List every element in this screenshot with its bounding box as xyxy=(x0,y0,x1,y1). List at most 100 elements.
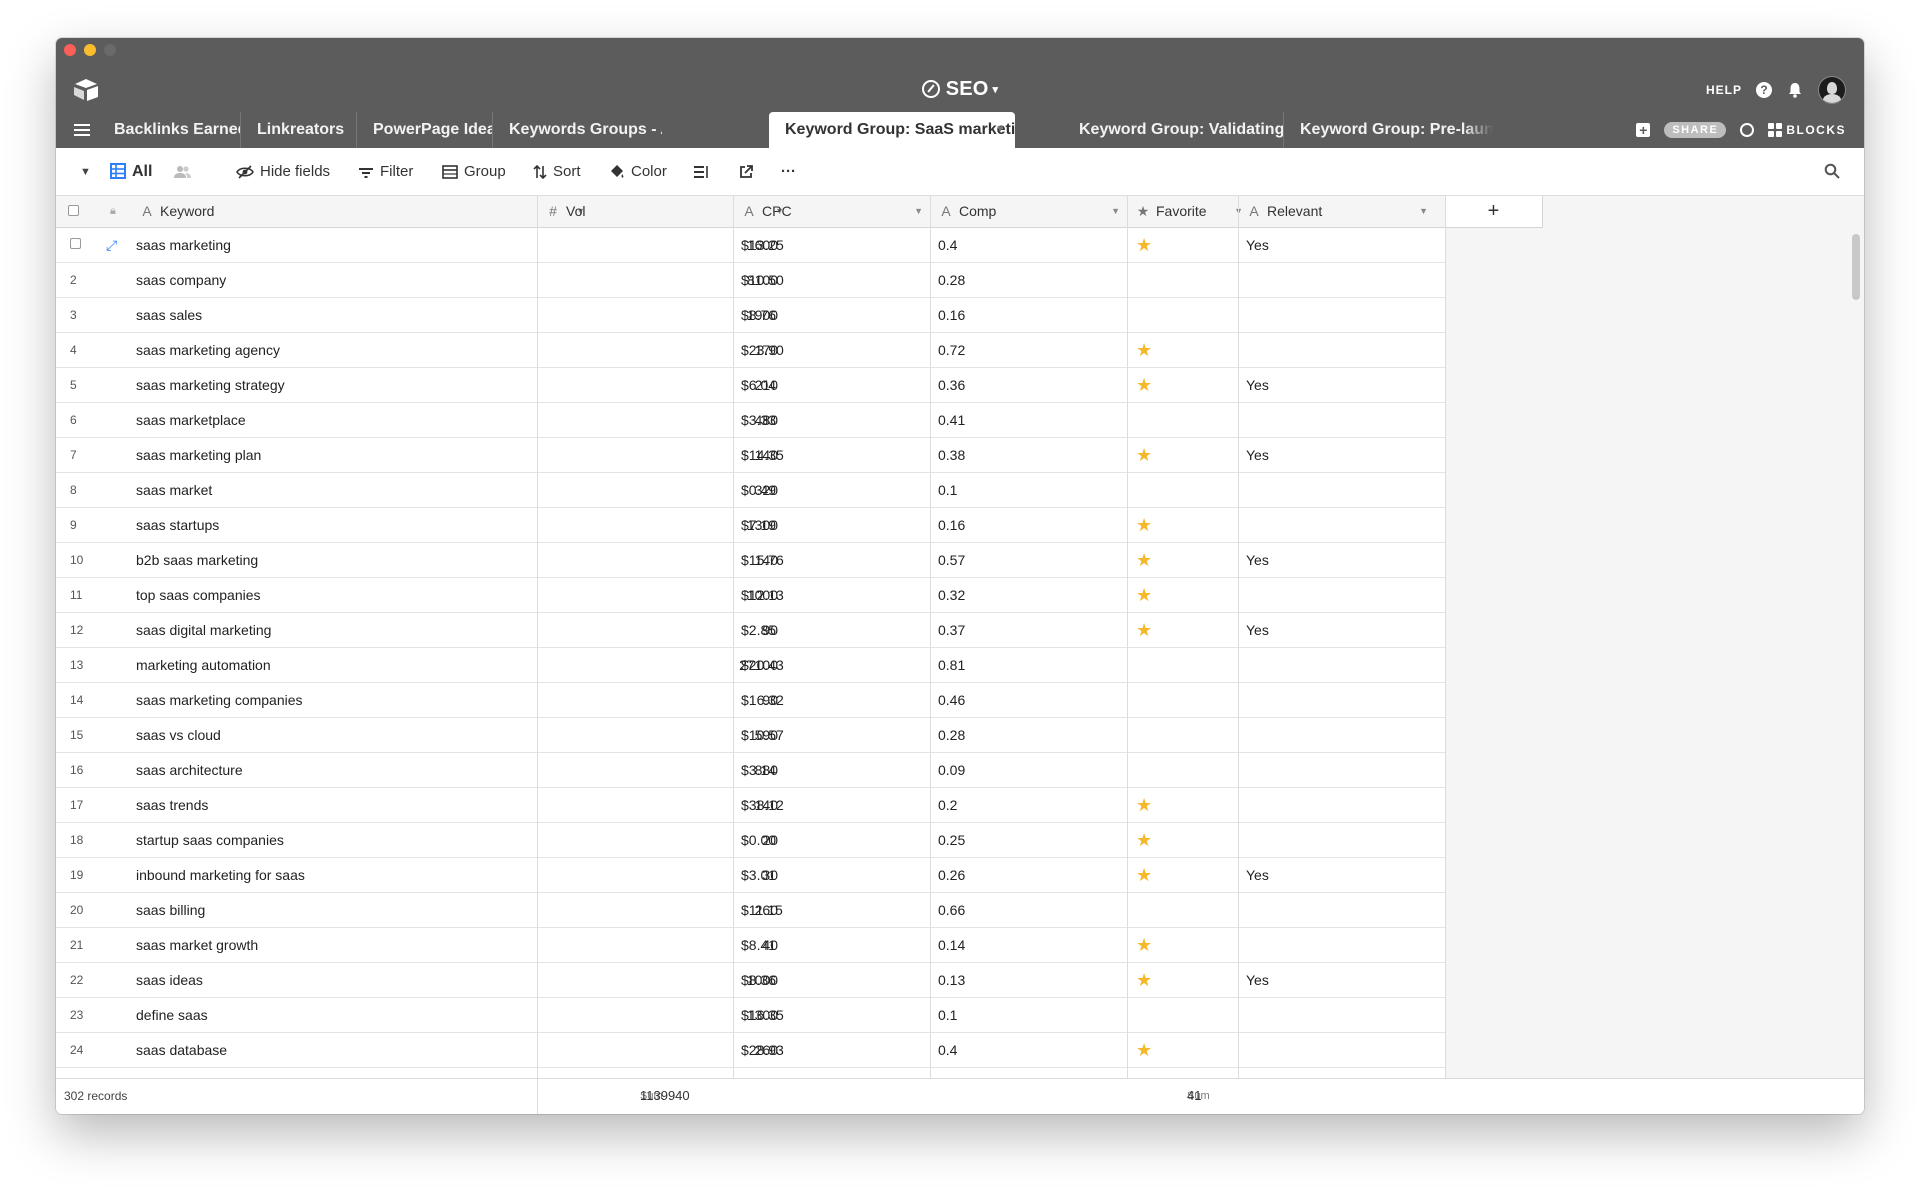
tab-backlinks-earned[interactable]: Backlinks Earned xyxy=(98,112,240,148)
cpc-cell[interactable]: $16.32 xyxy=(741,683,921,717)
table-row[interactable]: 13 marketing automation 27100 $20.43 0.81 xyxy=(56,648,1445,683)
tab-keyword-group-saas-marketing[interactable]: Keyword Group: SaaS marketing ▼ xyxy=(769,112,1015,148)
view-switcher[interactable]: All xyxy=(110,148,152,196)
keyword-cell[interactable]: saas trends xyxy=(136,788,486,822)
favorite-cell[interactable]: ★ xyxy=(1136,543,1176,577)
cpc-cell[interactable]: $11.15 xyxy=(741,893,921,927)
comp-cell[interactable]: 0.57 xyxy=(938,543,1118,577)
favorite-cell[interactable]: ★ xyxy=(1136,928,1176,962)
table-row[interactable]: 23 define saas 1300 $16.35 0.1 xyxy=(56,998,1445,1033)
favorite-cell[interactable] xyxy=(1136,648,1176,682)
keyword-cell[interactable]: b2b saas marketing xyxy=(136,543,486,577)
favorite-cell[interactable] xyxy=(1136,893,1176,927)
cpc-cell[interactable]: $16.35 xyxy=(741,998,921,1032)
table-row[interactable]: 24 saas database 260 $28.93 0.4 ★ xyxy=(56,1033,1445,1068)
table-row[interactable]: 11 top saas companies 1000 $12.13 0.32 ★ xyxy=(56,578,1445,613)
add-table-icon[interactable]: + xyxy=(1636,123,1651,137)
comp-cell[interactable]: 0.14 xyxy=(938,928,1118,962)
column-cpc[interactable]: A CPC ▼ xyxy=(734,196,931,227)
tab-linkreators[interactable]: Linkreators xyxy=(240,112,356,148)
comp-cell[interactable]: 0.25 xyxy=(938,823,1118,857)
comp-cell[interactable]: 0.13 xyxy=(938,963,1118,997)
add-field-button[interactable]: + xyxy=(1445,196,1543,228)
comp-cell[interactable]: 0.4 xyxy=(938,1033,1118,1067)
column-relevant[interactable]: A Relevant ▼ xyxy=(1239,196,1436,227)
keyword-cell[interactable]: startup saas companies xyxy=(136,823,486,857)
comp-cell[interactable]: 0.46 xyxy=(938,683,1118,717)
group-button[interactable]: Group xyxy=(442,148,506,196)
cpc-cell[interactable]: $8.41 xyxy=(741,928,921,962)
help-icon[interactable]: ? xyxy=(1756,82,1772,98)
table-row[interactable]: 2 saas company 8100 $10.50 0.28 xyxy=(56,263,1445,298)
keyword-cell[interactable]: saas market xyxy=(136,473,486,507)
row-height-button[interactable] xyxy=(693,148,715,196)
favorite-cell[interactable]: ★ xyxy=(1136,963,1176,997)
keyword-cell[interactable]: define saas xyxy=(136,998,486,1032)
close-window-button[interactable] xyxy=(64,44,76,56)
cpc-cell[interactable]: $10.57 xyxy=(741,718,921,752)
chevron-down-icon[interactable]: ▼ xyxy=(995,112,1005,148)
relevant-cell[interactable] xyxy=(1246,788,1366,822)
table-row[interactable]: 18 startup saas companies 20 $0.00 0.25 ★ xyxy=(56,823,1445,858)
relevant-cell[interactable] xyxy=(1246,263,1366,297)
cpc-cell[interactable]: $6.04 xyxy=(741,368,921,402)
favorite-cell[interactable]: ★ xyxy=(1136,333,1176,367)
relevant-cell[interactable]: Yes xyxy=(1246,858,1366,892)
table-row[interactable]: 8 saas market 320 $0.49 0.1 xyxy=(56,473,1445,508)
avatar[interactable] xyxy=(1818,76,1846,104)
comp-cell[interactable]: 0.4 xyxy=(938,228,1118,262)
relevant-cell[interactable] xyxy=(1246,753,1366,787)
table-row[interactable]: 4 saas marketing agency 170 $23.90 0.72 ★ xyxy=(56,333,1445,368)
relevant-cell[interactable] xyxy=(1246,578,1366,612)
favorite-cell[interactable] xyxy=(1136,718,1176,752)
favorite-cell[interactable] xyxy=(1136,298,1176,332)
color-button[interactable]: Color xyxy=(609,148,667,196)
history-icon[interactable] xyxy=(1740,123,1755,137)
search-button[interactable] xyxy=(1824,148,1846,196)
table-row[interactable]: 7 saas marketing plan 140 $14.35 0.38 ★ Yes xyxy=(56,438,1445,473)
cpc-cell[interactable]: $28.93 xyxy=(741,1033,921,1067)
comp-cell[interactable]: 0.41 xyxy=(938,403,1118,437)
menu-icon[interactable] xyxy=(74,124,90,136)
column-keyword[interactable]: A Keyword ▼ xyxy=(132,196,593,227)
table-row[interactable]: ⤢ saas marketing 1600 $13.25 0.4 ★ Yes xyxy=(56,228,1445,263)
cpc-cell[interactable]: $0.00 xyxy=(741,823,921,857)
tab-powerpage-ideas[interactable]: PowerPage Ideas xyxy=(356,112,492,148)
cpc-cell[interactable]: $23.90 xyxy=(741,333,921,367)
table-row[interactable]: 17 saas trends 140 $38.12 0.2 ★ xyxy=(56,788,1445,823)
cpc-cell[interactable]: $8.36 xyxy=(741,963,921,997)
table-row[interactable]: 12 saas digital marketing 90 $2.85 0.37 ★ Yes xyxy=(56,613,1445,648)
relevant-cell[interactable]: Yes xyxy=(1246,228,1366,262)
table-row[interactable]: 21 saas market growth 40 $8.41 0.14 ★ xyxy=(56,928,1445,963)
column-comp[interactable]: A Comp ▼ xyxy=(931,196,1128,227)
relevant-cell[interactable] xyxy=(1246,823,1366,857)
chevron-down-icon[interactable]: ▼ xyxy=(1419,196,1428,227)
table-row[interactable]: 9 saas startups 1300 $7.19 0.16 ★ xyxy=(56,508,1445,543)
favorite-cell[interactable]: ★ xyxy=(1136,228,1176,262)
row-checkbox[interactable] xyxy=(56,228,112,262)
relevant-cell[interactable]: Yes xyxy=(1246,963,1366,997)
blocks-button[interactable]: BLOCKS xyxy=(1768,123,1846,137)
comp-cell[interactable]: 0.26 xyxy=(938,858,1118,892)
favorite-cell[interactable] xyxy=(1136,263,1176,297)
relevant-cell[interactable] xyxy=(1246,298,1366,332)
favorite-cell[interactable]: ★ xyxy=(1136,613,1176,647)
relevant-cell[interactable]: Yes xyxy=(1246,543,1366,577)
keyword-cell[interactable]: inbound marketing for saas xyxy=(136,858,486,892)
vertical-scrollbar[interactable] xyxy=(1852,234,1860,300)
comp-cell[interactable]: 0.37 xyxy=(938,613,1118,647)
keyword-cell[interactable]: marketing automation xyxy=(136,648,486,682)
more-options-button[interactable]: ··· xyxy=(781,148,796,196)
keyword-cell[interactable]: saas vs cloud xyxy=(136,718,486,752)
cpc-cell[interactable]: $13.25 xyxy=(741,228,921,262)
comp-cell[interactable]: 0.16 xyxy=(938,508,1118,542)
relevant-cell[interactable]: Yes xyxy=(1246,368,1366,402)
keyword-cell[interactable]: saas architecture xyxy=(136,753,486,787)
expand-record-icon[interactable]: ⤢ xyxy=(106,228,130,262)
favorite-cell[interactable] xyxy=(1136,683,1176,717)
comp-cell[interactable]: 0.36 xyxy=(938,368,1118,402)
relevant-cell[interactable] xyxy=(1246,928,1366,962)
cpc-cell[interactable]: $12.13 xyxy=(741,578,921,612)
favorite-cell[interactable] xyxy=(1136,473,1176,507)
keyword-cell[interactable]: saas marketing plan xyxy=(136,438,486,472)
